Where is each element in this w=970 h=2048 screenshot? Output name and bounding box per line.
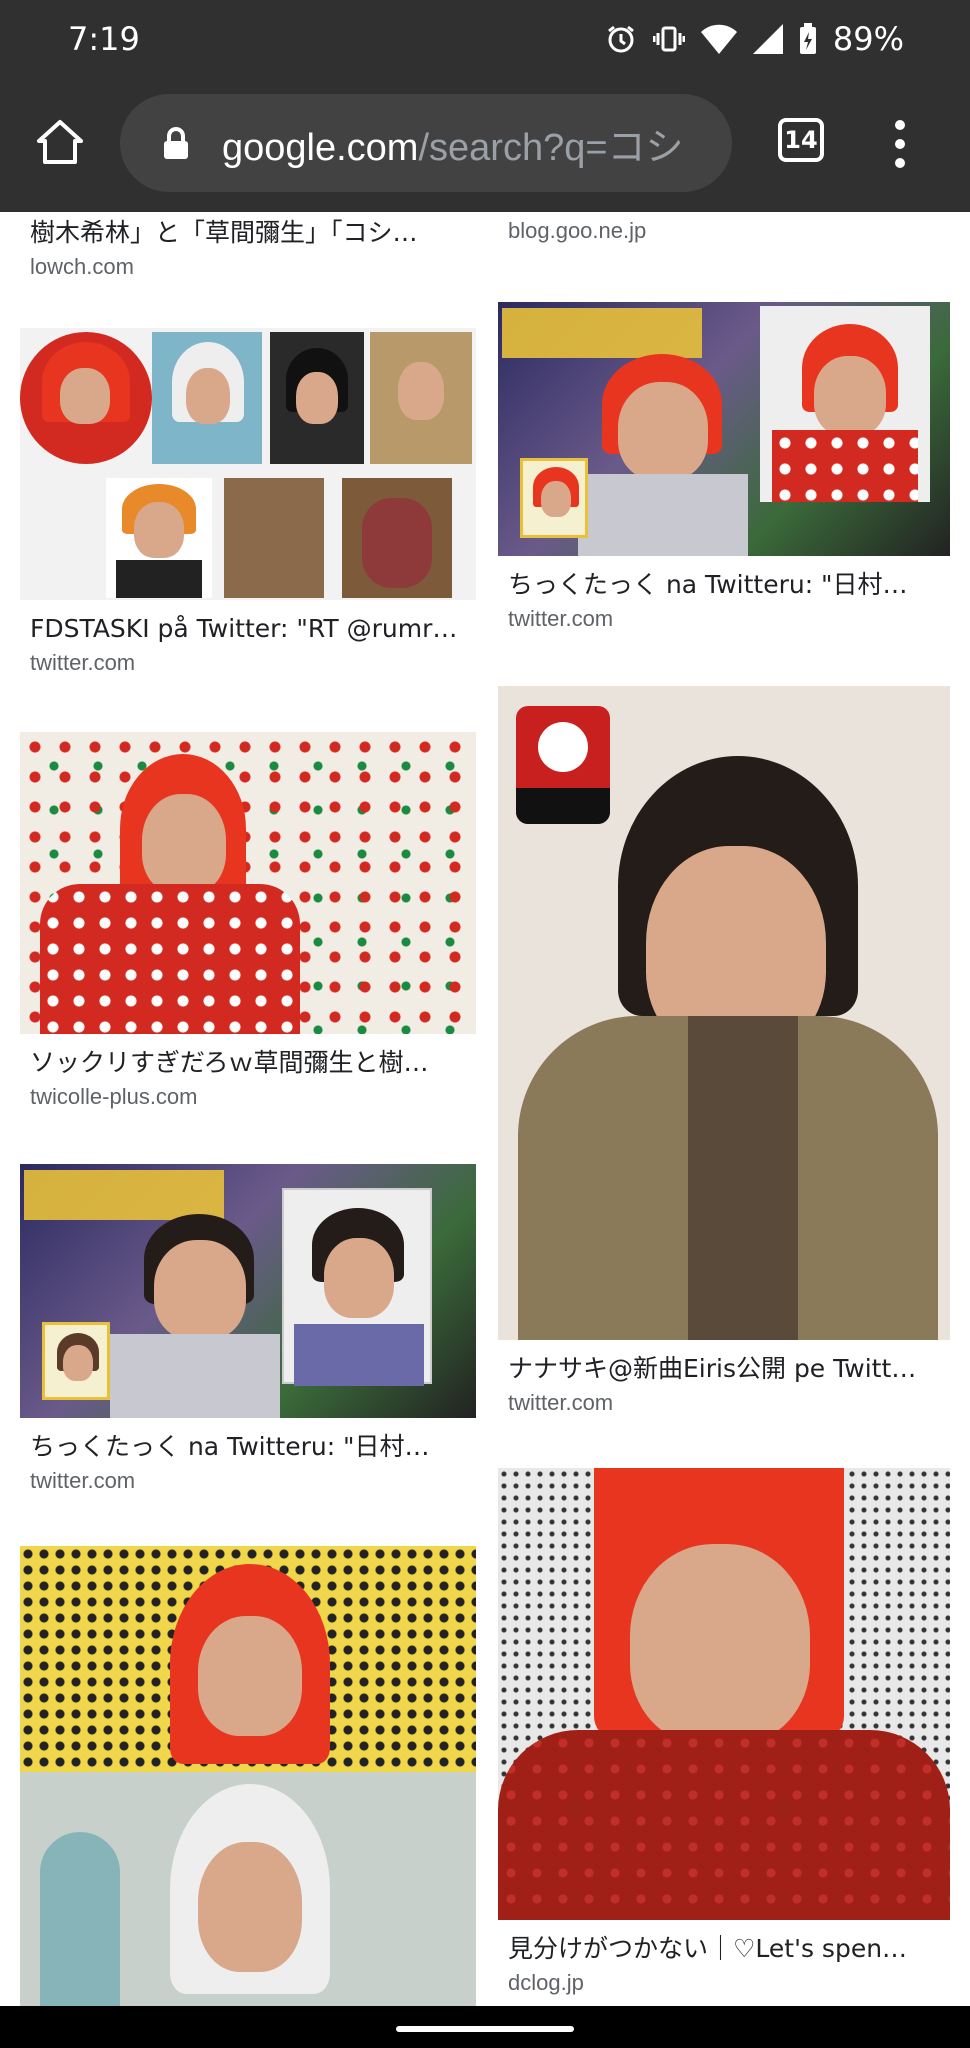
result-card[interactable]: blog.goo.ne.jp	[498, 212, 950, 244]
result-site: dclog.jp	[508, 1970, 584, 1995]
result-title-partial	[498, 212, 950, 214]
address-bar[interactable]: google.com/search?q=コシ	[120, 94, 732, 192]
result-title: ナナサキ@新曲Eiris公開 pe Twitt…	[508, 1354, 917, 1383]
home-icon	[37, 120, 83, 164]
signal-icon	[752, 24, 783, 54]
result-title: FDSTASKI på Twitter: "RT @rumr…	[30, 614, 458, 643]
url-path: /search?q=コシ	[418, 127, 684, 169]
status-time: 7:19	[68, 20, 140, 58]
browser-toolbar: google.com/search?q=コシ 14	[0, 80, 970, 212]
result-image	[20, 328, 476, 600]
result-card[interactable]: 樹木希林」と「草間彌生」「コシ… lowch.com	[20, 212, 476, 280]
lock-icon	[164, 127, 188, 159]
result-card[interactable]: ナナサキ@新曲Eiris公開 pe Twitt… twitter.com	[498, 686, 950, 1416]
result-image	[20, 732, 476, 1034]
result-site: blog.goo.ne.jp	[508, 218, 647, 243]
result-site: twitter.com	[508, 1390, 614, 1415]
tab-switcher-button[interactable]: 14	[778, 118, 824, 162]
battery-charging-icon	[799, 23, 816, 54]
result-site: twitter.com	[30, 650, 136, 675]
result-site: twitter.com	[30, 1468, 136, 1493]
result-card[interactable]: ちっくたっく na Twitteru: "日村… twitter.com	[20, 1164, 476, 1494]
result-image	[498, 1468, 950, 1920]
result-image	[498, 686, 950, 1340]
result-image	[498, 302, 950, 556]
home-button[interactable]	[28, 110, 92, 174]
result-image	[20, 1164, 476, 1418]
result-title: 樹木希林」と「草間彌生」「コシ…	[30, 218, 418, 247]
image-results-grid: 樹木希林」と「草間彌生」「コシ… lowch.com FDSTASKI på T…	[0, 212, 970, 2006]
home-gesture-handle[interactable]	[396, 2026, 574, 2032]
overflow-menu-button[interactable]	[880, 116, 920, 172]
battery-percent: 89%	[832, 20, 904, 58]
url-host: google.com	[222, 127, 419, 169]
result-title: ソックリすぎだろｗ草間彌生と樹…	[30, 1048, 429, 1077]
result-site: twicolle-plus.com	[30, 1084, 198, 1109]
url-text: google.com/search?q=コシ	[222, 116, 684, 171]
result-card[interactable]: ソックリすぎだろｗ草間彌生と樹… twicolle-plus.com	[20, 732, 476, 1110]
result-site: twitter.com	[508, 606, 614, 631]
result-card[interactable]: FDSTASKI på Twitter: "RT @rumr… twitter.…	[20, 328, 476, 676]
result-card[interactable]: 見分けがつかない｜♡Let's spen… dclog.jp	[498, 1468, 950, 1996]
result-image	[20, 1546, 476, 2006]
status-icons: 89%	[605, 20, 904, 58]
status-bar: 7:19 89%	[0, 0, 970, 80]
alarm-icon	[607, 25, 634, 53]
vibrate-icon	[652, 26, 685, 52]
result-title: ちっくたっく na Twitteru: "日村…	[508, 570, 908, 599]
result-title: ちっくたっく na Twitteru: "日村…	[30, 1432, 430, 1461]
result-card[interactable]	[20, 1546, 476, 2006]
result-card[interactable]: ちっくたっく na Twitteru: "日村… twitter.com	[498, 302, 950, 632]
wifi-icon	[700, 24, 737, 54]
result-title: 見分けがつかない｜♡Let's spen…	[508, 1934, 908, 1963]
result-site: lowch.com	[30, 254, 134, 279]
system-navigation-bar	[0, 2006, 970, 2048]
